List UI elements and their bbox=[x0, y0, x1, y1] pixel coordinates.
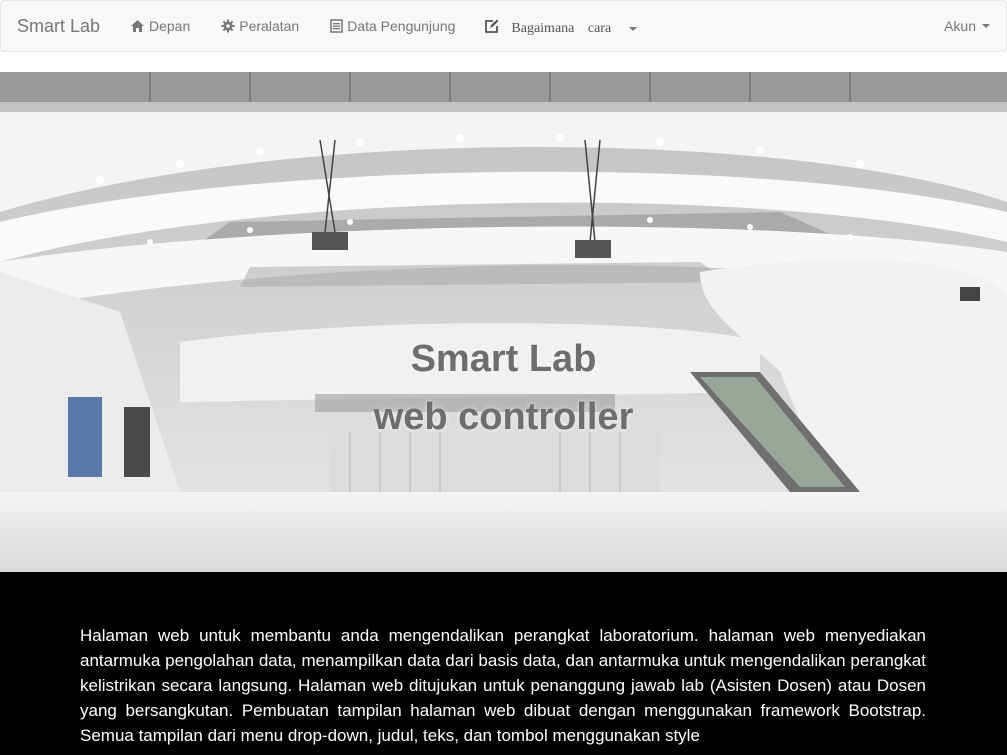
hero-background-image bbox=[0, 72, 1007, 572]
edit-icon bbox=[484, 19, 499, 34]
home-icon bbox=[130, 19, 145, 33]
top-navbar: Smart Lab Depan Peralatan Data Pengunjun… bbox=[0, 0, 1007, 52]
nav-item-label: Bagaimana cara bbox=[511, 21, 612, 36]
content-section: Halaman web untuk membantu anda mengenda… bbox=[0, 572, 1007, 755]
nav-item-label: Peralatan bbox=[239, 18, 300, 34]
account-dropdown[interactable]: Akun bbox=[944, 18, 1006, 34]
hero-title: Smart Lab bbox=[410, 338, 597, 380]
nav-item-depan[interactable]: Depan bbox=[130, 18, 190, 34]
brand-link[interactable]: Smart Lab bbox=[1, 16, 115, 37]
nav-item-data-pengunjung[interactable]: Data Pengunjung bbox=[330, 18, 455, 34]
chevron-down-icon bbox=[982, 24, 990, 28]
nav-item-peralatan[interactable]: Peralatan bbox=[221, 18, 299, 34]
description-text: Halaman web untuk membantu anda mengenda… bbox=[80, 626, 926, 745]
gear-icon bbox=[221, 19, 235, 33]
account-label: Akun bbox=[944, 18, 976, 34]
nav-item-label: Data Pengunjung bbox=[347, 18, 456, 34]
list-icon bbox=[330, 19, 343, 33]
hero-subtitle: web controller bbox=[373, 396, 634, 438]
hero-banner: Smart Lab web controller bbox=[0, 72, 1007, 572]
nav-dropdown-how-to[interactable]: Bagaimana cara bbox=[484, 18, 638, 36]
nav-item-label: Depan bbox=[149, 18, 191, 34]
chevron-down-icon bbox=[629, 27, 638, 31]
